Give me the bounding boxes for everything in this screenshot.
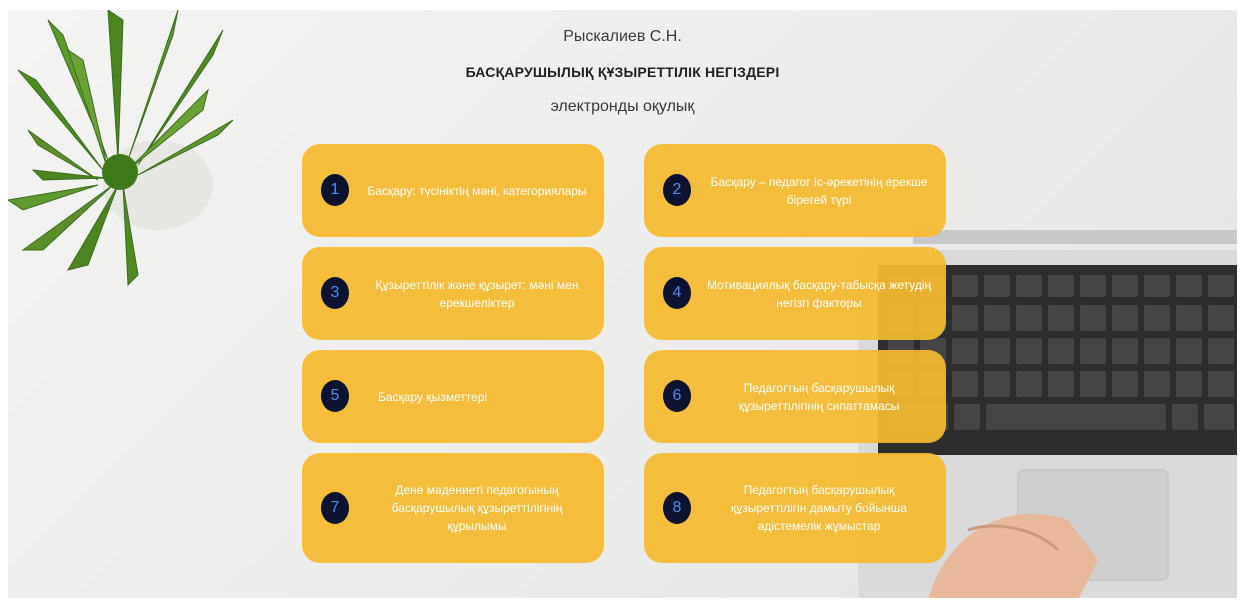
chapter-card-3[interactable]: 3 Құзыреттілік және құзырет: мәні мен ер… <box>302 247 604 340</box>
chapter-number-badge: 7 <box>321 492 349 524</box>
page-title: БАСҚАРУШЫЛЫҚ ҚҰЗЫРЕТТІЛІК НЕГІЗДЕРІ <box>465 64 780 80</box>
chapter-card-5[interactable]: 5 Басқару қызметтері <box>302 350 604 443</box>
chapter-card-8[interactable]: 8 Педагогтың басқарушылық құзыреттілігін… <box>644 453 946 563</box>
chapter-number-badge: 8 <box>663 492 691 524</box>
chapter-number-badge: 3 <box>321 277 349 309</box>
header: Рыскалиев С.Н. БАСҚАРУШЫЛЫҚ ҚҰЗЫРЕТТІЛІК… <box>8 28 1237 116</box>
chapter-title: Басқару – педагог іс-әрекетінің ерекше б… <box>710 174 928 207</box>
chapter-number-badge: 2 <box>663 174 691 206</box>
page-background: Рыскалиев С.Н. БАСҚАРУШЫЛЫҚ ҚҰЗЫРЕТТІЛІК… <box>8 10 1237 598</box>
chapter-title: Мотивациялық басқару-табысқа жетудің нег… <box>706 277 932 310</box>
chapter-card-1[interactable]: 1 Басқару: түсініктің мәні, категориялар… <box>302 144 604 237</box>
chapter-title: Басқару қызметтері <box>378 389 488 404</box>
chapter-title: Құзыреттілік және құзырет: мәні мен ерек… <box>375 277 579 310</box>
chapter-title: Педагогтың басқарушылық құзыреттілігін д… <box>731 483 907 533</box>
chapter-title: Дене мәдениеті педагогының басқарушылық … <box>391 483 563 533</box>
chapter-number-badge: 5 <box>321 380 349 412</box>
chapter-card-4[interactable]: 4 Мотивациялық басқару-табысқа жетудің н… <box>644 247 946 340</box>
chapter-number-badge: 6 <box>663 380 691 412</box>
page-subtitle: электронды оқулық <box>550 98 695 115</box>
author-name: Рыскалиев С.Н. <box>563 28 682 45</box>
chapter-number-badge: 1 <box>321 174 349 206</box>
chapter-card-6[interactable]: 6 Педагогтың басқарушылық құзыреттілігін… <box>644 350 946 443</box>
chapter-card-7[interactable]: 7 Дене мәдениеті педагогының басқарушылы… <box>302 453 604 563</box>
chapter-number-badge: 4 <box>663 277 691 309</box>
chapter-card-2[interactable]: 2 Басқару – педагог іс-әрекетінің ерекше… <box>644 144 946 237</box>
chapter-title: Басқару: түсініктің мәні, категориялары <box>367 183 587 198</box>
chapter-title: Педагогтың басқарушылық құзыреттілігінің… <box>738 380 900 413</box>
